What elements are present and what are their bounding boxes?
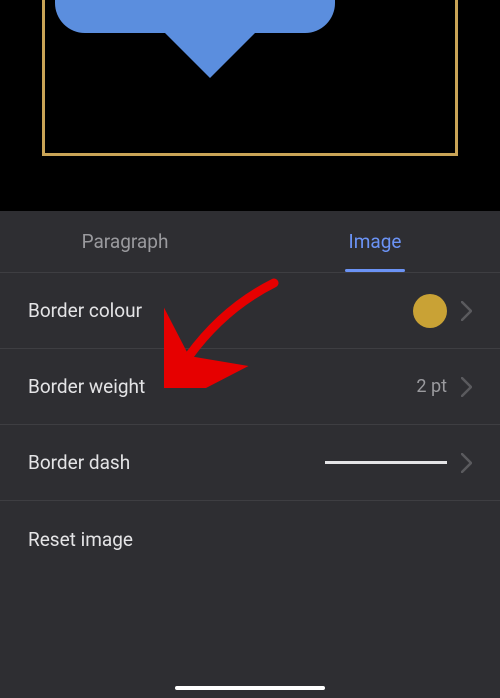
image-border-frame	[42, 0, 458, 156]
format-tabs: Paragraph Image	[0, 211, 500, 273]
border-colour-value	[413, 294, 472, 328]
reset-image-row[interactable]: Reset image	[0, 501, 500, 577]
chevron-right-icon	[461, 377, 472, 397]
border-dash-label: Border dash	[28, 451, 130, 474]
border-dash-value	[325, 453, 472, 473]
home-indicator[interactable]	[175, 686, 325, 690]
border-weight-value: 2 pt	[416, 376, 472, 397]
chevron-right-icon	[461, 453, 472, 473]
tab-paragraph[interactable]: Paragraph	[0, 211, 250, 272]
tab-paragraph-label: Paragraph	[82, 230, 169, 253]
chevron-right-icon	[461, 301, 472, 321]
border-weight-row[interactable]: Border weight 2 pt	[0, 349, 500, 425]
tab-image[interactable]: Image	[250, 211, 500, 272]
border-colour-label: Border colour	[28, 299, 142, 322]
border-dash-row[interactable]: Border dash	[0, 425, 500, 501]
colour-swatch-icon	[413, 294, 447, 328]
border-colour-row[interactable]: Border colour	[0, 273, 500, 349]
reset-image-label: Reset image	[28, 528, 133, 551]
dash-preview-icon	[325, 461, 447, 464]
image-preview	[0, 0, 500, 211]
tab-image-label: Image	[349, 230, 402, 253]
speech-bubble-tail	[160, 28, 260, 78]
format-sheet: Paragraph Image Border colour Border wei…	[0, 211, 500, 698]
border-weight-text: 2 pt	[416, 376, 447, 397]
border-weight-label: Border weight	[28, 375, 145, 398]
